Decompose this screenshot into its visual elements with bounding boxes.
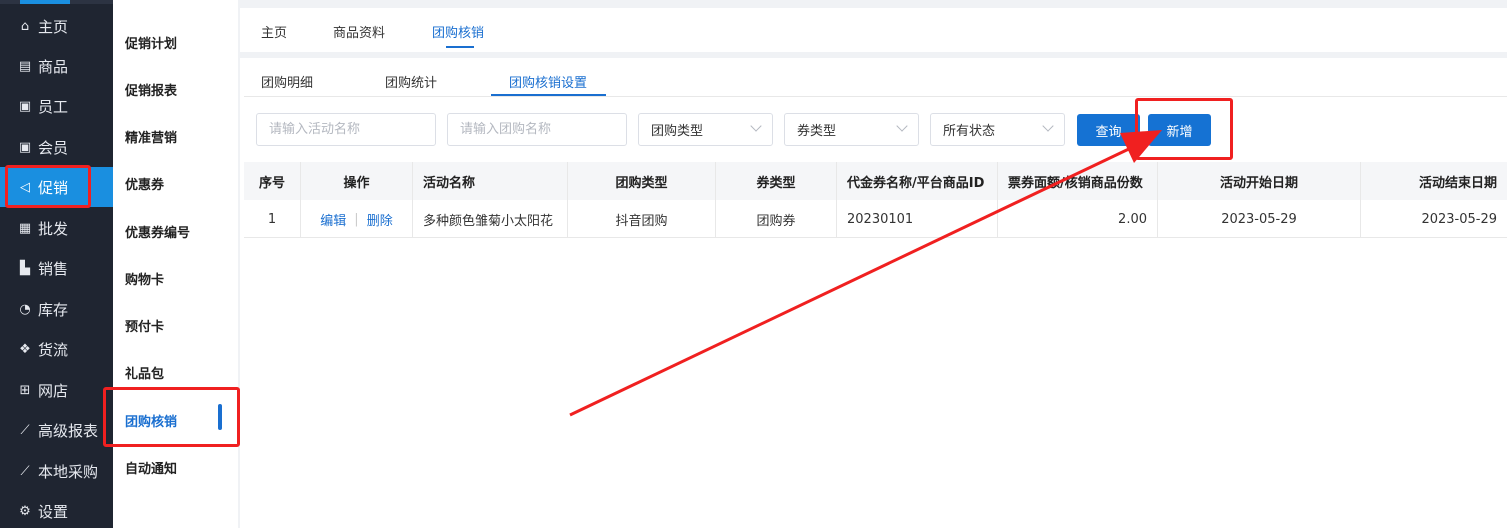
arrow-shaft (569, 145, 1134, 417)
arrow-head (1120, 130, 1162, 163)
annotation-arrow (569, 130, 1162, 417)
